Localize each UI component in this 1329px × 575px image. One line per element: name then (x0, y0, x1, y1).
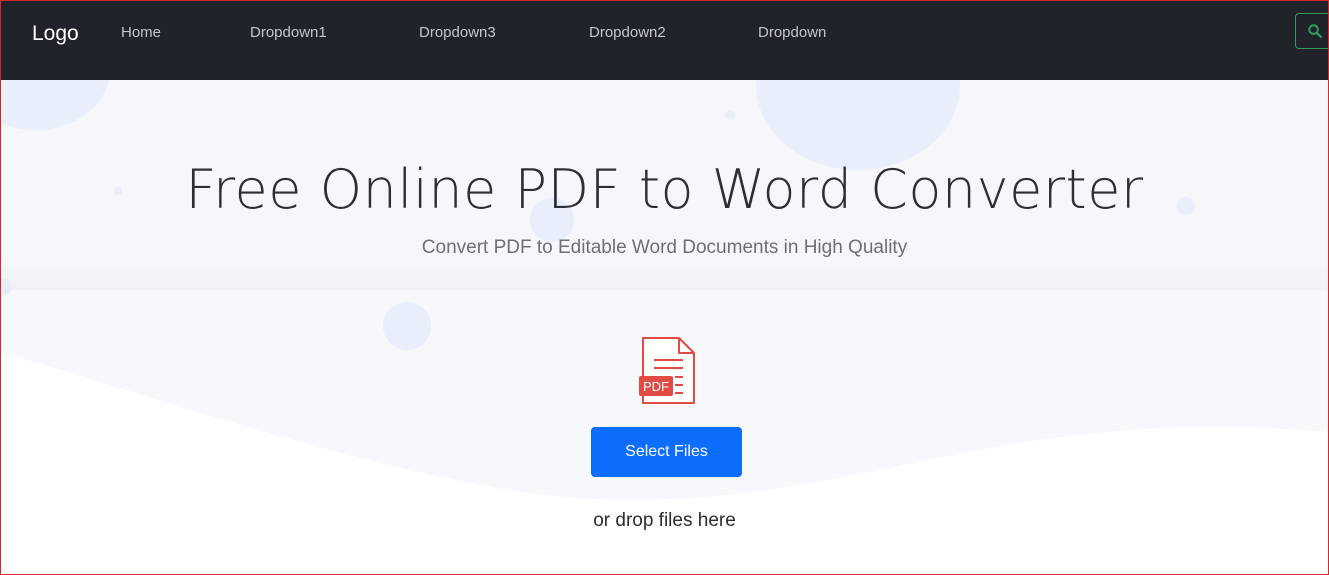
pdf-badge-label: PDF (643, 379, 669, 394)
nav-dropdown2[interactable]: Dropdown2 (589, 22, 666, 44)
search-button[interactable] (1295, 13, 1329, 49)
page-subtitle: Convert PDF to Editable Word Documents i… (421, 237, 908, 258)
nav-dropdown[interactable]: Dropdown (758, 22, 826, 44)
search-icon (1308, 24, 1322, 38)
logo-link[interactable]: Logo (32, 20, 79, 48)
page-title: Free Online PDF to Word Converter (185, 158, 1144, 221)
select-files-button[interactable]: Select Files (591, 427, 742, 477)
nav-dropdown1[interactable]: Dropdown1 (250, 22, 327, 44)
pdf-file-icon: PDF (637, 336, 697, 411)
nav-dropdown3[interactable]: Dropdown3 (419, 22, 496, 44)
drop-files-hint: or drop files here (593, 510, 736, 531)
nav-home[interactable]: Home (121, 22, 161, 44)
top-navbar: Logo Home Dropdown1 Dropdown3 Dropdown2 … (0, 0, 1329, 80)
